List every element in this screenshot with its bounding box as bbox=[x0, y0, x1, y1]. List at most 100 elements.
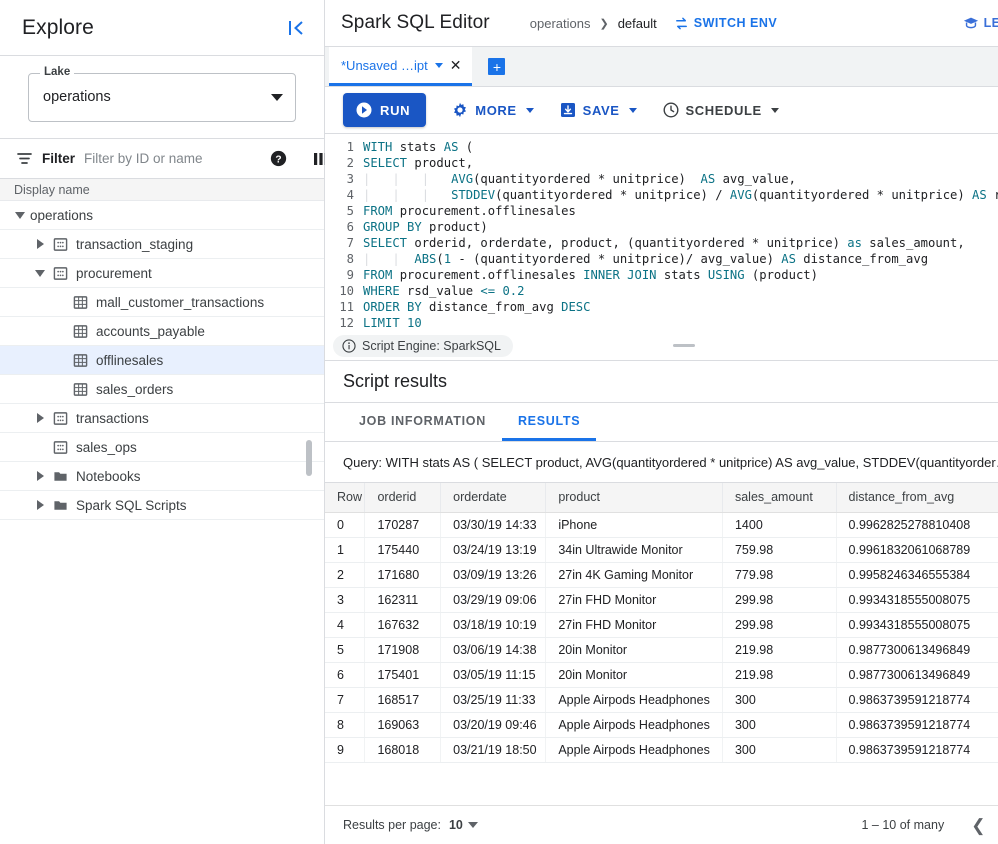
close-icon[interactable]: ✕ bbox=[450, 58, 462, 72]
tree-item-label: offlinesales bbox=[96, 352, 164, 368]
table-cell: 168517 bbox=[364, 687, 442, 713]
table-cell: 20in Monitor bbox=[545, 637, 723, 663]
table-cell: 03/21/19 18:50 bbox=[440, 737, 547, 763]
table-cell: 300 bbox=[722, 737, 837, 763]
chevron-left-icon[interactable]: ❮ bbox=[962, 817, 994, 834]
tree-item-operations[interactable]: operations bbox=[0, 201, 324, 230]
collapse-arrow-icon[interactable] bbox=[10, 211, 30, 219]
tab-unsaved-script[interactable]: *Unsaved …ipt ✕ bbox=[329, 47, 473, 86]
code-line: 2 SELECT product, bbox=[325, 155, 998, 171]
save-button[interactable]: SAVE bbox=[560, 102, 637, 118]
query-selector-label: Query: WITH stats AS ( SELECT product, A… bbox=[343, 454, 998, 470]
script-engine-chip: Script Engine: SparkSQL bbox=[333, 335, 513, 357]
code-line: 5 FROM procurement.offlinesales bbox=[325, 203, 998, 219]
tree-item-label: Notebooks bbox=[76, 468, 141, 484]
table-cell: 300 bbox=[722, 712, 837, 738]
table-row[interactable]: 2 171680 03/09/19 13:26 27in 4K Gaming Moni… bbox=[325, 562, 998, 588]
results-tabs: JOB INFORMATION RESULTS bbox=[325, 403, 998, 442]
tree-item-sales-orders[interactable]: sales_orders bbox=[0, 375, 324, 404]
column-header[interactable]: sales_amount bbox=[722, 483, 837, 513]
schedule-button[interactable]: SCHEDULE bbox=[663, 102, 779, 118]
table-cell: 0.9934318555008075 bbox=[836, 612, 998, 638]
collapse-arrow-icon[interactable] bbox=[30, 269, 50, 277]
table-cell: 03/06/19 14:38 bbox=[440, 637, 547, 663]
chevron-right-icon[interactable]: ❯ bbox=[994, 817, 998, 834]
tree-item-spark-sql-scripts[interactable]: Spark SQL Scripts bbox=[0, 491, 324, 520]
database-icon bbox=[50, 411, 70, 426]
code-text: LIMIT 10 bbox=[363, 316, 422, 330]
tree-scrollbar[interactable] bbox=[306, 440, 312, 476]
table-cell: Apple Airpods Headphones bbox=[545, 737, 723, 763]
engine-bar: Script Engine: SparkSQL bbox=[325, 335, 998, 361]
column-header[interactable]: orderdate bbox=[440, 483, 547, 513]
tab-job-information[interactable]: JOB INFORMATION bbox=[343, 403, 502, 441]
code-line: 10 WHERE rsd_value <= 0.2 bbox=[325, 283, 998, 299]
tree-item-offlinesales[interactable]: offlinesales bbox=[0, 346, 324, 375]
save-label: SAVE bbox=[582, 102, 620, 118]
lake-select[interactable]: Lake operations bbox=[28, 65, 296, 122]
tree-item-transaction-staging[interactable]: transaction_staging bbox=[0, 230, 324, 259]
expand-arrow-icon[interactable] bbox=[30, 471, 50, 481]
tab-label: *Unsaved …ipt bbox=[341, 57, 428, 73]
table-row[interactable]: 0 170287 03/30/19 14:33 iPhone 1400 0.9962825… bbox=[325, 512, 998, 538]
run-button[interactable]: RUN bbox=[343, 93, 427, 127]
table-cell: 171680 bbox=[364, 562, 442, 588]
table-row[interactable]: 5 171908 03/06/19 14:38 20in Monitor 219.98 0… bbox=[325, 637, 998, 663]
tree-item-sales-ops[interactable]: sales_ops bbox=[0, 433, 324, 462]
tree-item-accounts-payable[interactable]: accounts_payable bbox=[0, 317, 324, 346]
tree-item-label: mall_customer_transactions bbox=[96, 294, 265, 310]
table-cell: 0.9863739591218774 bbox=[836, 687, 998, 713]
code-line: 11 ORDER BY distance_from_avg DESC bbox=[325, 299, 998, 315]
tree-item-mall-customer-transactions[interactable]: mall_customer_transactions bbox=[0, 288, 324, 317]
column-header[interactable]: orderid bbox=[364, 483, 442, 513]
collapse-left-icon[interactable] bbox=[286, 18, 306, 38]
table-row[interactable]: 1 175440 03/24/19 13:19 34in Ultrawide Moni… bbox=[325, 537, 998, 563]
tree-item-notebooks[interactable]: Notebooks bbox=[0, 462, 324, 491]
table-row[interactable]: 9 168018 03/21/19 18:50 Apple Airpods Headp… bbox=[325, 737, 998, 763]
tree-item-label: procurement bbox=[76, 265, 152, 281]
line-number: 8 bbox=[346, 252, 354, 266]
add-tab-icon[interactable]: + bbox=[488, 58, 506, 75]
sql-editor[interactable]: 1 WITH stats AS (2 SELECT product, 3 | | | A… bbox=[325, 134, 998, 339]
breadcrumb-root[interactable]: operations bbox=[530, 16, 591, 31]
chevron-down-icon[interactable] bbox=[467, 822, 478, 828]
script-engine-label: Script Engine: SparkSQL bbox=[362, 339, 501, 353]
tree-item-transactions[interactable]: transactions bbox=[0, 404, 324, 433]
chevron-down-icon[interactable] bbox=[434, 62, 443, 68]
switch-env-button[interactable]: SWITCH ENV bbox=[674, 16, 777, 31]
column-header[interactable]: product bbox=[545, 483, 723, 513]
chevron-down-icon bbox=[628, 107, 637, 113]
column-header[interactable]: Row bbox=[325, 483, 366, 513]
table-cell: 27in FHD Monitor bbox=[545, 587, 723, 613]
learn-label: LEARN bbox=[983, 16, 998, 30]
line-number: 11 bbox=[339, 300, 354, 314]
play-icon bbox=[356, 102, 372, 118]
search-input[interactable] bbox=[84, 151, 262, 166]
page-size-value[interactable]: 10 bbox=[449, 818, 463, 832]
query-selector[interactable]: Query: WITH stats AS ( SELECT product, A… bbox=[325, 442, 998, 483]
more-button[interactable]: MORE bbox=[452, 102, 534, 118]
expand-arrow-icon[interactable] bbox=[30, 413, 50, 423]
table-cell: 168018 bbox=[364, 737, 442, 763]
column-header[interactable]: distance_from_avg bbox=[836, 483, 998, 513]
table-row[interactable]: 4 167632 03/18/19 10:19 27in FHD Monitor 299… bbox=[325, 612, 998, 638]
expand-arrow-icon[interactable] bbox=[30, 239, 50, 249]
learn-button[interactable]: LEARN bbox=[963, 15, 998, 31]
resize-handle[interactable] bbox=[672, 344, 695, 347]
help-icon[interactable]: ? bbox=[270, 150, 287, 167]
table-row[interactable]: 3 162311 03/29/19 09:06 27in FHD Monitor 299… bbox=[325, 587, 998, 613]
database-icon bbox=[50, 440, 70, 455]
tab-results[interactable]: RESULTS bbox=[501, 403, 597, 441]
expand-arrow-icon[interactable] bbox=[30, 500, 50, 510]
table-row[interactable]: 7 168517 03/25/19 11:33 Apple Airpods Headp… bbox=[325, 687, 998, 713]
tree-header: Display name bbox=[0, 179, 324, 201]
filter-list-icon[interactable] bbox=[16, 150, 33, 167]
table-row[interactable]: 8 169063 03/20/19 09:46 Apple Airpods Headp… bbox=[325, 712, 998, 738]
code-text: WITH stats AS ( bbox=[363, 140, 474, 154]
editor-toolbar: RUN MORE SAVE SCHEDULE bbox=[325, 87, 998, 134]
table-cell: 03/09/19 13:26 bbox=[440, 562, 547, 588]
tree-item-procurement[interactable]: procurement bbox=[0, 259, 324, 288]
tree-item-label: sales_orders bbox=[96, 381, 174, 397]
table-cell: 219.98 bbox=[722, 662, 837, 688]
table-row[interactable]: 6 175401 03/05/19 11:15 20in Monitor 219.98 0… bbox=[325, 662, 998, 688]
